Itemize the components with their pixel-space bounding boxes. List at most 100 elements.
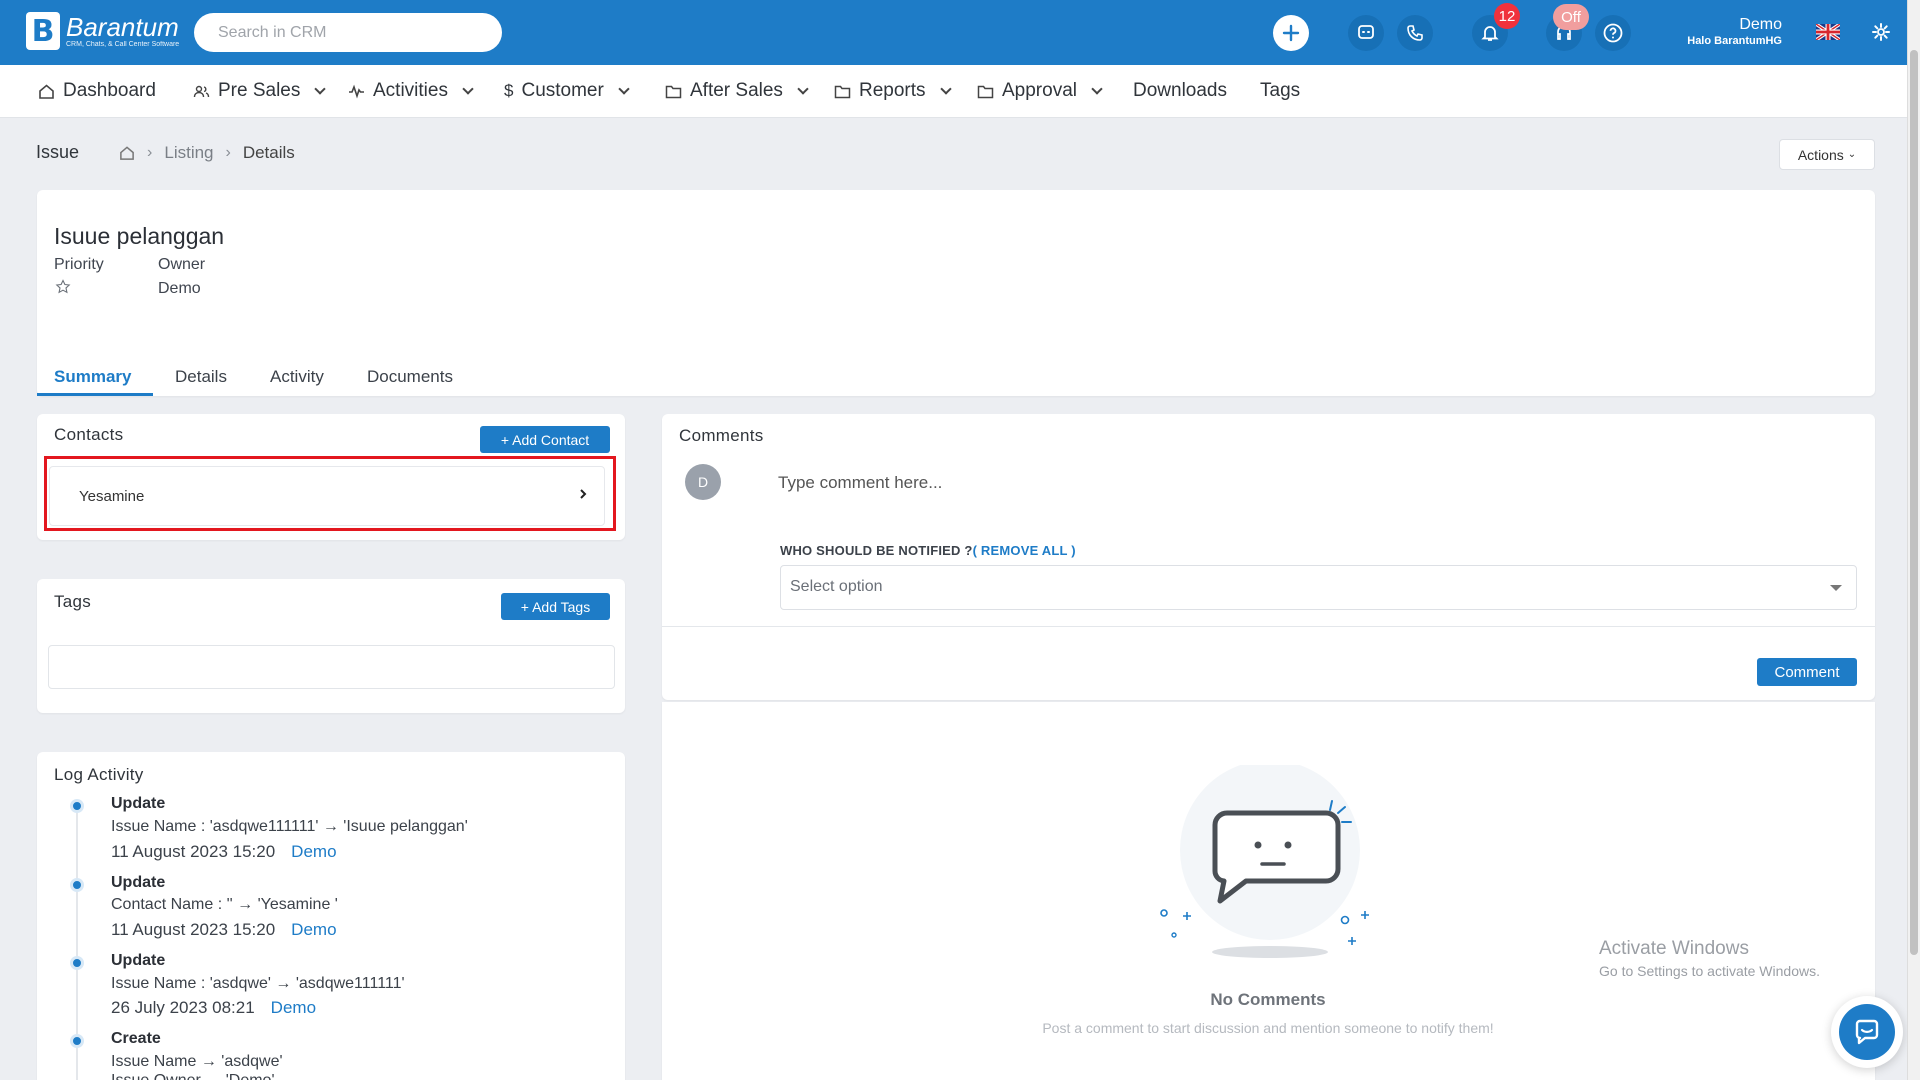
star-icon[interactable] <box>55 279 71 295</box>
tab-documents[interactable]: Documents <box>367 367 453 387</box>
nav-after-sales-label: After Sales <box>690 80 783 101</box>
quick-add-button[interactable] <box>1273 15 1309 51</box>
notify-label-text: WHO SHOULD BE NOTIFIED ? <box>780 543 973 558</box>
comment-input[interactable] <box>778 468 1778 498</box>
log-entry-type: Create <box>111 1030 161 1047</box>
live-chat-button[interactable] <box>1831 996 1903 1068</box>
search-input[interactable] <box>194 13 502 52</box>
timeline-dot <box>70 1034 84 1048</box>
log-activity-title: Log Activity <box>54 765 144 784</box>
divider <box>662 626 1875 627</box>
nav-tags[interactable]: Tags <box>1260 80 1300 102</box>
comment-submit-button[interactable]: Comment <box>1757 658 1857 686</box>
nav-dashboard[interactable]: Dashboard <box>38 80 156 102</box>
nav-reports[interactable]: Reports <box>834 80 952 102</box>
nav-approval-label: Approval <box>1002 80 1077 101</box>
folder-icon <box>977 85 994 98</box>
nav-downloads-label: Downloads <box>1133 80 1227 101</box>
tab-summary[interactable]: Summary <box>54 367 131 387</box>
tags-list[interactable] <box>48 645 615 689</box>
main-nav: Dashboard Pre Sales Activities $ Custome… <box>0 65 1907 118</box>
status-off-badge[interactable]: Off <box>1553 4 1589 30</box>
owner-label: Owner <box>158 256 206 273</box>
notify-select[interactable]: Select option <box>780 565 1857 610</box>
empty-state-title: No Comments <box>1210 990 1326 1009</box>
chevron-down-icon <box>618 83 630 95</box>
chevron-down-icon <box>314 83 327 95</box>
brand-tagline: CRM, Chats, & Call Center Software <box>66 40 180 48</box>
empty-state-subtitle: Post a comment to start discussion and m… <box>1042 1020 1494 1036</box>
nav-after-sales[interactable]: After Sales <box>665 80 809 102</box>
nav-customer-label: Customer <box>521 80 604 101</box>
nav-customer[interactable]: $ Customer <box>504 80 630 102</box>
notification-count-badge: 12 <box>1494 3 1520 29</box>
nav-downloads[interactable]: Downloads <box>1133 80 1227 102</box>
nav-activities[interactable]: Activities <box>348 80 474 102</box>
log-entry-type: Update <box>111 874 166 891</box>
comments-title: Comments <box>679 426 764 445</box>
watermark-line-1: Activate Windows <box>1599 938 1749 959</box>
nav-pre-sales-label: Pre Sales <box>218 80 301 101</box>
nav-tags-label: Tags <box>1260 80 1301 101</box>
brand-name: Barantum <box>66 11 179 42</box>
log-entry-user[interactable]: Demo <box>271 998 316 1017</box>
issue-tabs: Summary Details Activity Documents <box>37 353 1875 396</box>
breadcrumb-listing[interactable]: Listing <box>164 143 213 163</box>
folder-icon <box>834 85 851 98</box>
priority-label: Priority <box>54 256 104 273</box>
breadcrumb: Issue › Listing › Details <box>36 142 295 163</box>
brand-logo[interactable]: B Barantum CRM, Chats, & Call Center Sof… <box>26 12 179 50</box>
log-entry-type: Update <box>111 952 166 969</box>
log-entry-user[interactable]: Demo <box>291 842 336 861</box>
home-icon <box>39 83 54 99</box>
no-comments-illustration-icon <box>1160 765 1369 958</box>
nav-activities-label: Activities <box>373 80 448 101</box>
watermark-line-2: Go to Settings to activate Windows. <box>1599 963 1820 979</box>
tab-activity[interactable]: Activity <box>270 367 324 387</box>
log-entry-date-value: 11 August 2023 15:20 <box>111 842 276 861</box>
log-entry-text: Contact Name : '' → 'Yesamine ' <box>111 896 338 913</box>
gear-icon[interactable] <box>1871 22 1891 42</box>
nav-pre-sales[interactable]: Pre Sales <box>193 80 327 102</box>
phone-icon <box>1407 25 1423 41</box>
help-button[interactable] <box>1595 15 1631 51</box>
notify-label: WHO SHOULD BE NOTIFIED ?( REMOVE ALL ) <box>780 543 1076 558</box>
bell-icon <box>1481 26 1499 41</box>
remove-all-link[interactable]: ( REMOVE ALL ) <box>973 543 1076 558</box>
tab-details[interactable]: Details <box>175 367 227 387</box>
activity-icon <box>349 84 364 99</box>
add-contact-button[interactable]: + Add Contact <box>480 426 610 453</box>
add-tags-button[interactable]: + Add Tags <box>501 593 610 620</box>
log-entry-date-value: 26 July 2023 08:21 <box>111 998 255 1017</box>
actions-label: Actions <box>1797 146 1844 163</box>
nav-dashboard-label: Dashboard <box>63 80 156 101</box>
dollar-icon: $ <box>504 81 514 100</box>
chat-button[interactable] <box>1348 15 1384 51</box>
log-entry-text: Issue Name : 'asdqwe' → 'asdqwe111111' <box>111 975 405 992</box>
breadcrumb-current: Details <box>242 142 295 162</box>
home-icon[interactable] <box>119 145 135 161</box>
log-entry-text: Issue Name → 'asdqwe' <box>111 1053 283 1070</box>
log-entry-user[interactable]: Demo <box>291 920 336 939</box>
chevron-down-icon <box>462 83 474 95</box>
breadcrumb-separator: › <box>147 143 153 161</box>
actions-dropdown-button[interactable]: Actions ⌄ <box>1779 139 1875 170</box>
chevron-down-icon <box>939 83 952 95</box>
issue-header-card: Isuue pelanggan Priority Owner Demo Summ… <box>37 190 1875 396</box>
chevron-down-icon: ⌄ <box>1847 149 1857 160</box>
folder-icon <box>665 85 682 98</box>
flag-uk-icon[interactable] <box>1816 24 1840 40</box>
timeline-dot <box>70 878 84 892</box>
issue-title: Isuue pelanggan <box>54 223 225 249</box>
breadcrumb-separator: › <box>225 143 231 161</box>
nav-reports-label: Reports <box>859 80 926 101</box>
tags-title: Tags <box>54 592 92 611</box>
call-button[interactable] <box>1397 15 1433 51</box>
notifications-button[interactable]: 12 <box>1472 3 1520 51</box>
scrollbar-thumb[interactable] <box>1910 50 1918 955</box>
user-menu[interactable]: Demo Halo BarantumHG <box>1640 16 1782 48</box>
tags-card: Tags + Add Tags <box>37 579 625 713</box>
caret-down-icon <box>1830 585 1842 591</box>
nav-approval[interactable]: Approval <box>977 80 1103 102</box>
windows-activation-watermark: Activate Windows Go to Settings to activ… <box>1599 938 1820 979</box>
